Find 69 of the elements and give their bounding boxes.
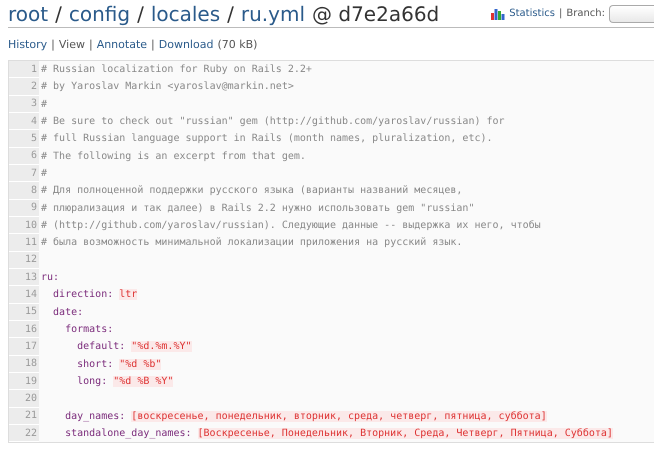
breadcrumb-link[interactable]: locales — [150, 2, 220, 26]
statistics-link[interactable]: Statistics — [509, 8, 555, 19]
string-value: [Воскресенье, Понедельник, Вторник, Среда, Четверг, Пятница, Суббота] — [198, 428, 613, 440]
yaml-key: short: — [41, 358, 114, 370]
string-value: "%d %B %Y" — [113, 376, 174, 388]
bar-chart-icon — [491, 8, 506, 20]
line-number: 8 — [9, 182, 39, 200]
code-comment: # Russian localization for Ruby on Rails 2.2+ — [41, 64, 312, 76]
branch-select[interactable] — [609, 4, 654, 22]
separator: | — [151, 38, 155, 51]
breadcrumb-link[interactable]: config — [68, 2, 130, 26]
code-comment: # by Yaroslav Markin <yaroslav@markin.net> — [41, 81, 294, 92]
code-comment: # The following is an excerpt from that gem. — [41, 150, 306, 162]
line-number: 1 — [9, 61, 39, 78]
line-number: 12 — [9, 252, 39, 269]
yaml-key: date: — [41, 306, 84, 318]
code-comment: # — [41, 168, 48, 180]
separator: | — [51, 38, 55, 51]
line-number: 22 — [9, 424, 39, 442]
breadcrumb-link[interactable]: ru.yml — [240, 2, 306, 26]
yaml-key: ru: — [41, 272, 60, 284]
yaml-key: standalone_day_names: — [41, 428, 192, 440]
breadcrumb-separator: / — [227, 2, 234, 26]
code-comment: # — [41, 98, 48, 110]
code-comment: # плюрализация и так далее) в Rails 2.2 нужно использовать gem "russian" — [41, 202, 474, 214]
code-comment: # Для полноценной поддержки русского языка (варианты названий месяцев, — [41, 185, 462, 196]
line-number: 5 — [9, 130, 39, 148]
branch-label: Branch: — [566, 8, 605, 19]
breadcrumb-separator: / — [137, 2, 144, 26]
line-number: 13 — [9, 268, 39, 286]
line-number: 16 — [9, 320, 39, 338]
line-number: 11 — [9, 234, 39, 252]
line-number: 20 — [9, 390, 39, 408]
action-label: (70 kB) — [217, 38, 258, 51]
line-number: 14 — [9, 286, 39, 304]
string-value: ltr — [119, 289, 138, 300]
breadcrumb-separator: / — [55, 2, 62, 26]
line-number: 17 — [9, 338, 39, 356]
line-number: 2 — [9, 78, 39, 96]
action-link[interactable]: Annotate — [96, 38, 148, 51]
line-number: 7 — [9, 164, 39, 182]
breadcrumb-link[interactable]: root — [8, 2, 48, 26]
separator: | — [88, 38, 93, 51]
line-number: 21 — [9, 408, 39, 425]
revision-label: @ d7e2a66d — [312, 2, 440, 26]
line-number: 9 — [9, 200, 39, 217]
line-number: 10 — [9, 216, 39, 234]
yaml-key: day_names: — [41, 410, 126, 422]
line-number: 3 — [9, 96, 39, 113]
string-value: "%d.%m.%Y" — [131, 341, 192, 352]
action-link[interactable]: Download — [158, 38, 214, 51]
line-number: 18 — [9, 356, 39, 373]
string-value: "%d %b" — [119, 358, 162, 370]
yaml-key: direction: — [41, 289, 114, 300]
line-number: 4 — [9, 112, 39, 130]
line-number: 15 — [9, 304, 39, 321]
yaml-key: formats: — [41, 324, 114, 336]
code-comment: # full Russian language support in Rails (month names, pluralization, etc). — [41, 133, 493, 144]
code-comment: # Be sure to check out "russian" gem (http://github.com/yaroslav/russian) for — [41, 116, 505, 128]
yaml-key: long: — [41, 376, 108, 388]
line-number: 6 — [9, 148, 39, 165]
code-comment: # была возможность минимальной локализации приложения на русский язык. — [41, 237, 462, 248]
yaml-key: default: — [41, 341, 126, 352]
line-number: 19 — [9, 372, 39, 390]
code-comment: # (http://github.com/yaroslav/russian). Следующие данные -- выдержка их него, чтобы — [41, 220, 541, 232]
string-value: [воскресенье, понедельник, вторник, среда, четверг, пятница, суббота] — [131, 410, 547, 422]
separator: | — [558, 8, 562, 19]
action-label: View — [58, 38, 85, 51]
action-link[interactable]: History — [8, 38, 48, 51]
